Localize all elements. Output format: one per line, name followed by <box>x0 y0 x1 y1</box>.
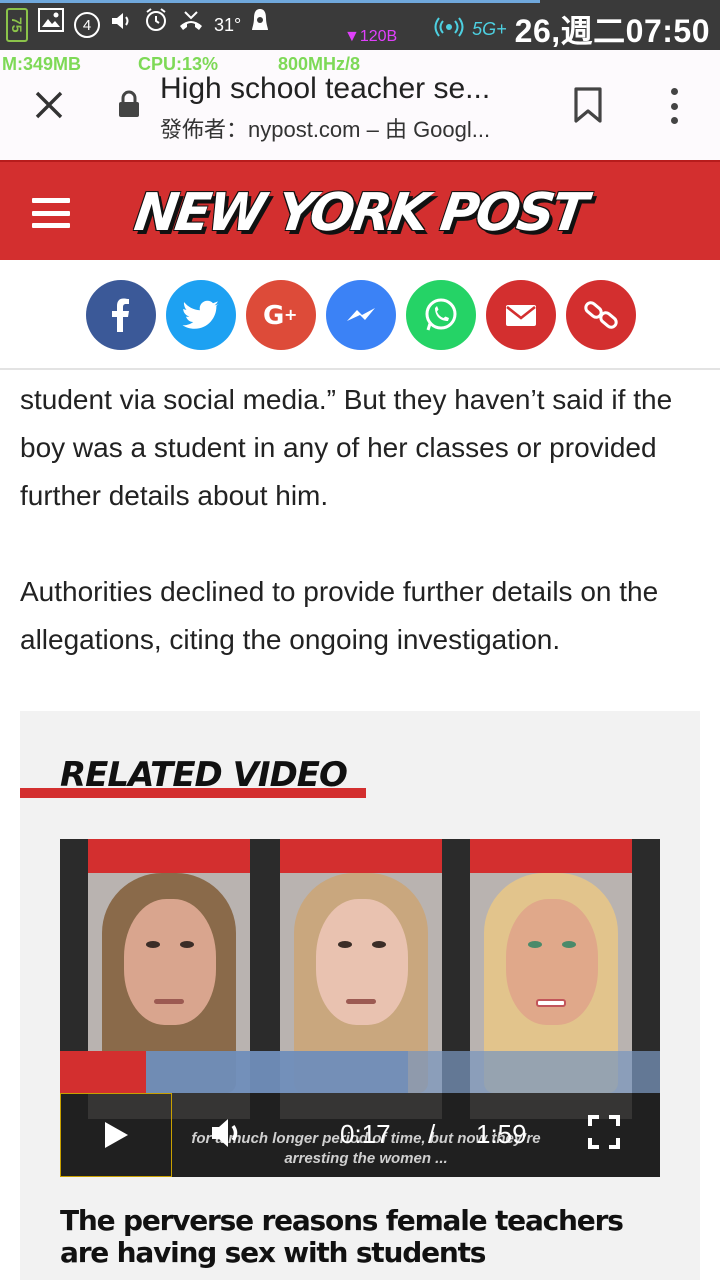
google-plus-icon: G + <box>263 301 297 331</box>
facebook-icon <box>112 298 129 332</box>
copy-link-share-button[interactable] <box>566 280 636 350</box>
notification-count-icon: 4 <box>74 12 100 38</box>
link-icon <box>584 301 618 329</box>
image-icon <box>38 8 64 42</box>
net-speed-label: ▼120B <box>344 28 398 45</box>
page-publisher[interactable]: 發佈者：nypost.com – 由 Googl... <box>160 112 540 144</box>
alarm-icon <box>144 8 168 42</box>
article-body: student via social media.” But they have… <box>20 376 704 712</box>
status-left-icons: 75 4 31° <box>6 8 269 42</box>
twitter-icon <box>182 300 219 329</box>
current-time: 0:17 <box>340 1119 391 1149</box>
status-right-icons: 5G+ 26,週二07:50 <box>434 6 710 52</box>
share-bar: G + <box>0 262 720 370</box>
svg-text:+: + <box>284 305 297 324</box>
fullscreen-button[interactable] <box>588 1115 620 1149</box>
related-video-title[interactable]: The perverse reasons female teachers are… <box>60 1205 660 1269</box>
video-buffer-bar <box>146 1051 408 1093</box>
google-plus-share-button[interactable]: G + <box>246 280 316 350</box>
video-progress-played <box>60 1051 146 1093</box>
messenger-share-button[interactable] <box>326 280 396 350</box>
battery-icon: 75 <box>6 8 28 42</box>
whatsapp-share-button[interactable] <box>406 280 476 350</box>
email-icon <box>506 305 536 326</box>
status-bar: 75 4 31° ▼120B 5G+ 26,週二07:50 <box>0 0 720 50</box>
menu-icon[interactable] <box>32 198 70 228</box>
article-paragraph: Authorities declined to provide further … <box>20 576 659 655</box>
messenger-icon <box>347 308 375 321</box>
page-title[interactable]: High school teacher se... <box>160 72 540 106</box>
app-notification-icon <box>251 8 269 42</box>
page-load-progress <box>0 0 540 3</box>
video-player[interactable]: for a much longer period of time, but no… <box>60 839 660 1177</box>
temperature-label: 31° <box>214 14 242 35</box>
volume-icon <box>212 1119 238 1147</box>
network-type-label: 5G+ <box>472 18 507 39</box>
related-video-module: RELATED VIDEO for a much longer period o… <box>20 711 700 1280</box>
custom-tab-toolbar: High school teacher se... 發佈者：nypost.com… <box>0 70 720 160</box>
fullscreen-icon <box>588 1115 620 1149</box>
volume-icon <box>110 8 134 42</box>
volume-button[interactable] <box>208 1113 248 1153</box>
close-icon[interactable] <box>28 84 70 126</box>
play-icon <box>105 1122 128 1148</box>
related-video-heading: RELATED VIDEO <box>60 755 348 795</box>
article-paragraph: student via social media.” But they have… <box>20 384 673 511</box>
hotspot-icon <box>434 16 464 43</box>
bookmark-icon[interactable] <box>572 86 604 124</box>
duration: 1:59 <box>476 1119 527 1149</box>
facebook-share-button[interactable] <box>86 280 156 350</box>
missed-call-icon <box>178 8 204 42</box>
video-controls: for a much longer period of time, but no… <box>60 1093 660 1177</box>
whatsapp-icon <box>425 298 457 331</box>
email-share-button[interactable] <box>486 280 556 350</box>
clock-label: 26,週二07:50 <box>514 13 710 49</box>
twitter-share-button[interactable] <box>166 280 236 350</box>
site-logo[interactable]: NEW YORK POST <box>131 178 589 248</box>
svg-text:G: G <box>263 301 284 331</box>
more-options-icon[interactable] <box>660 84 688 128</box>
site-header: NEW YORK POST <box>0 160 720 260</box>
lock-icon[interactable] <box>116 90 142 118</box>
time-separator: / <box>428 1119 436 1149</box>
